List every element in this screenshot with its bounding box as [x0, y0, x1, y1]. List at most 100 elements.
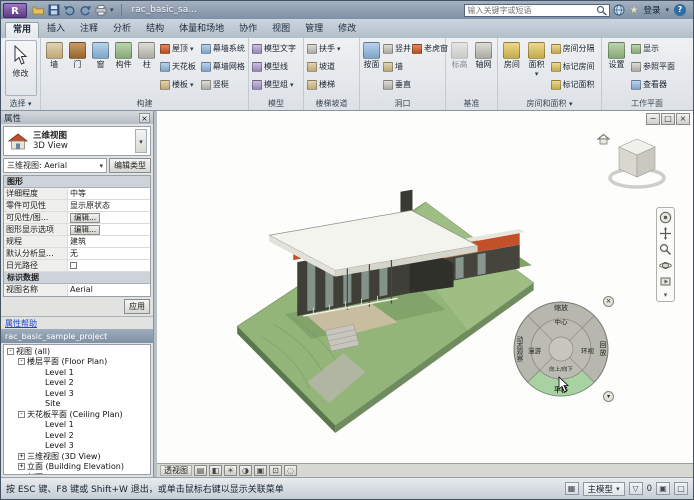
- panel-label-room-area[interactable]: 房间和面积 ▾: [498, 98, 601, 110]
- tree-expander[interactable]: -: [18, 358, 25, 365]
- tree-item[interactable]: Level 1: [4, 367, 150, 378]
- property-value[interactable]: 无: [68, 248, 150, 259]
- stair-button[interactable]: 楼梯: [306, 76, 357, 93]
- dormer-button[interactable]: 老虎窗: [411, 40, 443, 57]
- select-toggle-icon[interactable]: ▣: [656, 482, 670, 495]
- door-button[interactable]: 门: [66, 40, 88, 98]
- sun-path-checkbox[interactable]: [70, 262, 77, 269]
- undo-icon[interactable]: [63, 4, 76, 16]
- wheel-zoom-wedge[interactable]: 缩放: [511, 303, 611, 313]
- tab-modify[interactable]: 修改: [331, 22, 363, 38]
- railing-button[interactable]: 扶手▾: [306, 40, 357, 57]
- tab-annotate[interactable]: 注释: [73, 22, 105, 38]
- model-group-button[interactable]: 模型组▾: [251, 76, 301, 93]
- tree-expander[interactable]: +: [18, 463, 25, 470]
- tab-view[interactable]: 视图: [265, 22, 297, 38]
- tree-item[interactable]: Level 2: [4, 378, 150, 389]
- tag-room-button[interactable]: 标记房间: [550, 58, 599, 75]
- shadows-icon[interactable]: ◑: [239, 465, 252, 476]
- steering-wheel[interactable]: 缩放 回放 平移 动态观察 中心 漫游 环视 向上/向下 × ▾: [511, 299, 611, 399]
- grid-button[interactable]: 轴网: [472, 40, 495, 98]
- view-filter-combo[interactable]: 三维视图: Aerial▾: [3, 158, 107, 173]
- type-selector[interactable]: 三维视图 3D View ▾: [3, 126, 151, 156]
- communication-center-icon[interactable]: [613, 4, 625, 16]
- crop-view-icon[interactable]: ▣: [254, 465, 267, 476]
- open-icon[interactable]: [32, 4, 45, 16]
- window-button[interactable]: 窗: [89, 40, 111, 98]
- room-separator-button[interactable]: 房间分隔: [550, 40, 599, 57]
- edit-display-options-button[interactable]: 编辑...: [70, 225, 100, 235]
- view-scale-label[interactable]: 透视图: [160, 465, 192, 476]
- ramp-button[interactable]: 坡道: [306, 58, 357, 75]
- room-button[interactable]: 房间: [500, 40, 524, 98]
- tab-insert[interactable]: 插入: [40, 22, 72, 38]
- qat-customize-dropdown-icon[interactable]: ▾: [110, 6, 114, 14]
- set-work-plane-button[interactable]: 设置: [604, 40, 629, 98]
- level-button[interactable]: 标高: [448, 40, 471, 98]
- wheel-menu-icon[interactable]: ▾: [603, 391, 614, 402]
- navigation-bar-dropdown-icon[interactable]: ▾: [664, 291, 668, 299]
- opening-by-face-button[interactable]: 按面: [362, 40, 381, 98]
- sign-in-label[interactable]: 登录: [643, 4, 660, 16]
- wheel-orbit-wedge[interactable]: 动态观察: [514, 336, 524, 362]
- tree-item[interactable]: +立面 (Building Elevation): [4, 462, 150, 473]
- tree-item[interactable]: Level 3: [4, 441, 150, 452]
- viewcube[interactable]: [599, 131, 671, 195]
- tree-item[interactable]: Level 1: [4, 420, 150, 431]
- tree-item[interactable]: Level 2: [4, 430, 150, 441]
- temporary-hide-isolate-icon[interactable]: ◌: [284, 465, 297, 476]
- tab-massing-site[interactable]: 体量和场地: [172, 22, 231, 38]
- property-value[interactable]: Aerial: [68, 284, 150, 296]
- properties-help-link[interactable]: 属性帮助: [1, 316, 153, 329]
- property-value[interactable]: 建筑: [68, 236, 150, 247]
- ref-plane-button[interactable]: 参照平面: [630, 58, 682, 75]
- panel-label-select[interactable]: 选择 ▾: [1, 98, 40, 110]
- help-icon[interactable]: ?: [674, 4, 686, 16]
- tag-area-button[interactable]: 标记面积: [550, 76, 599, 93]
- print-icon[interactable]: [95, 4, 107, 16]
- favorites-icon[interactable]: ★: [630, 5, 639, 16]
- property-value[interactable]: 显示原状态: [68, 200, 150, 211]
- view-close-icon[interactable]: ×: [676, 113, 690, 125]
- floor-button[interactable]: 楼板▾: [159, 76, 199, 93]
- model-line-button[interactable]: 模型线: [251, 58, 301, 75]
- roof-button[interactable]: 屋顶▾: [159, 40, 199, 57]
- search-icon[interactable]: [596, 5, 609, 16]
- tab-structure[interactable]: 结构: [139, 22, 171, 38]
- search-input[interactable]: [465, 6, 596, 15]
- drawing-area[interactable]: − □ ×: [157, 111, 693, 477]
- tree-expander[interactable]: -: [18, 411, 25, 418]
- save-icon[interactable]: [48, 4, 60, 16]
- tree-item[interactable]: -视图 (all): [4, 346, 150, 357]
- visual-style-icon[interactable]: ◧: [209, 465, 222, 476]
- edit-visibility-button[interactable]: 编辑...: [70, 213, 100, 223]
- resize-grip-icon[interactable]: □: [674, 482, 688, 495]
- pan-tool-icon[interactable]: [659, 227, 672, 240]
- sun-path-icon[interactable]: ☀: [224, 465, 237, 476]
- detail-level-icon[interactable]: ▤: [194, 465, 207, 476]
- show-motion-tool-icon[interactable]: [659, 275, 672, 288]
- view-restore-icon[interactable]: □: [661, 113, 675, 125]
- wall-button[interactable]: 墙: [43, 40, 65, 98]
- model-text-button[interactable]: 模型文字: [251, 40, 301, 57]
- tab-analyze[interactable]: 分析: [106, 22, 138, 38]
- viewcube-home-icon[interactable]: [597, 133, 610, 145]
- shaft-button[interactable]: 竖井: [382, 40, 410, 57]
- worksharing-icon[interactable]: ▦: [565, 482, 579, 495]
- tab-collaborate[interactable]: 协作: [232, 22, 264, 38]
- tree-item[interactable]: Level 3: [4, 388, 150, 399]
- apply-button[interactable]: 应用: [124, 299, 150, 314]
- edit-type-button[interactable]: 编辑类型: [109, 158, 151, 173]
- viewer-button[interactable]: 查看器: [630, 76, 682, 93]
- tree-item[interactable]: -天花板平面 (Ceiling Plan): [4, 409, 150, 420]
- vertical-opening-button[interactable]: 垂直: [382, 76, 410, 93]
- wheel-walk-wedge[interactable]: 漫游: [528, 345, 541, 355]
- tree-item[interactable]: +剖面 (Building Section): [4, 472, 150, 475]
- 3d-view[interactable]: − □ ×: [157, 111, 693, 463]
- property-value[interactable]: 中等: [68, 188, 150, 199]
- type-selector-dropdown-icon[interactable]: ▾: [135, 129, 147, 153]
- wheel-updown-wedge[interactable]: 向上/向下: [511, 365, 611, 373]
- mullion-button[interactable]: 竖梃: [200, 76, 246, 93]
- orbit-tool-icon[interactable]: [659, 259, 672, 272]
- tree-item[interactable]: +三维视图 (3D View): [4, 451, 150, 462]
